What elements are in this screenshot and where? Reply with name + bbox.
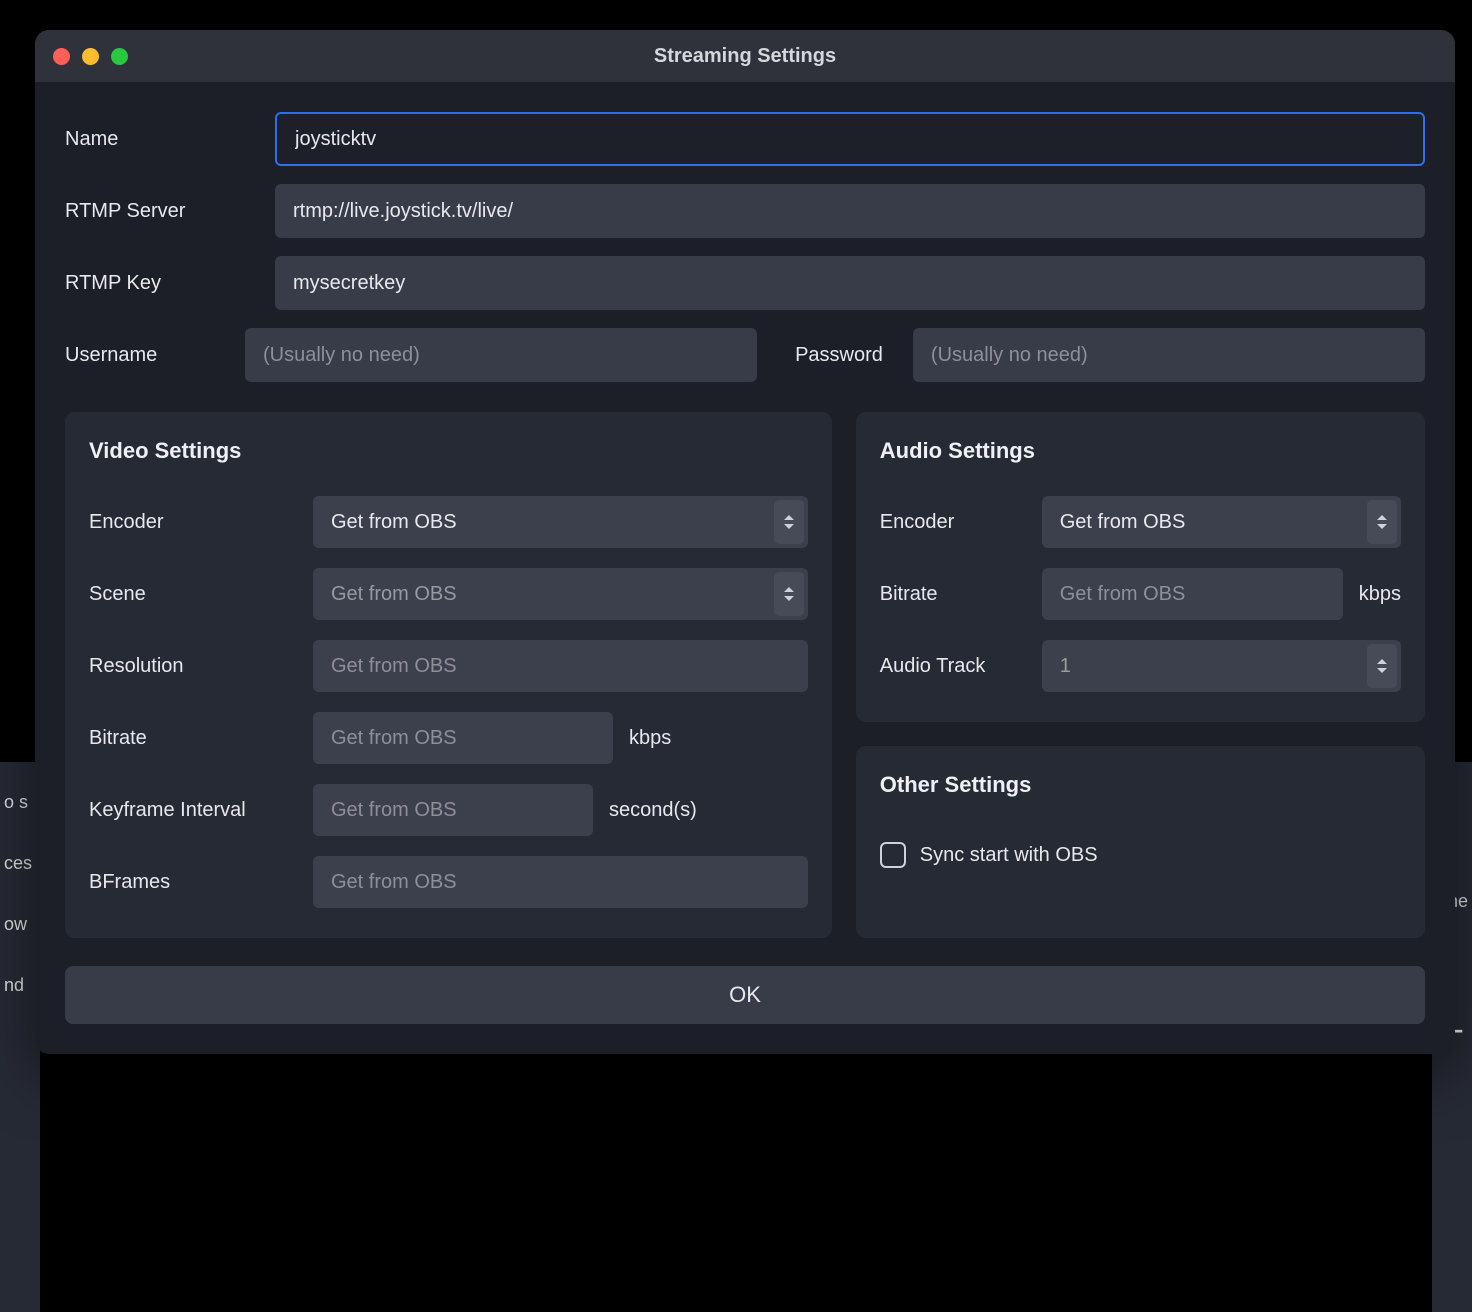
- sync-checkbox[interactable]: [880, 842, 906, 868]
- audio-track-row: Audio Track 1: [880, 640, 1401, 692]
- audio-track-value: 1: [1060, 655, 1071, 678]
- video-encoder-select[interactable]: Get from OBS: [313, 496, 808, 548]
- video-bframes-input[interactable]: [313, 856, 808, 908]
- audio-encoder-label: Encoder: [880, 511, 1030, 534]
- name-input[interactable]: [275, 112, 1425, 166]
- audio-encoder-select[interactable]: Get from OBS: [1042, 496, 1401, 548]
- video-bitrate-unit: kbps: [629, 727, 671, 750]
- video-encoder-row: Encoder Get from OBS: [89, 496, 808, 548]
- window-title: Streaming Settings: [35, 45, 1455, 68]
- video-bitrate-label: Bitrate: [89, 727, 301, 750]
- video-scene-row: Scene Get from OBS: [89, 568, 808, 620]
- video-keyframe-row: Keyframe Interval second(s): [89, 784, 808, 836]
- audio-track-label: Audio Track: [880, 655, 1030, 678]
- video-settings-panel: Video Settings Encoder Get from OBS Scen…: [65, 412, 832, 938]
- rtmp-key-input[interactable]: [275, 256, 1425, 310]
- video-scene-value: Get from OBS: [331, 583, 457, 606]
- audio-bitrate-unit: kbps: [1359, 583, 1401, 606]
- video-resolution-row: Resolution: [89, 640, 808, 692]
- stepper-icon[interactable]: [774, 500, 804, 544]
- video-keyframe-label: Keyframe Interval: [89, 799, 301, 822]
- sync-checkbox-label: Sync start with OBS: [920, 844, 1098, 867]
- stepper-icon[interactable]: [1367, 500, 1397, 544]
- name-row: Name: [65, 112, 1425, 166]
- bg-text: o s: [0, 772, 40, 833]
- rtmp-server-row: RTMP Server: [65, 184, 1425, 238]
- name-label: Name: [65, 128, 255, 151]
- credentials-row: Username Password: [65, 328, 1425, 382]
- audio-settings-panel: Audio Settings Encoder Get from OBS Bitr…: [856, 412, 1425, 722]
- video-settings-title: Video Settings: [89, 438, 808, 464]
- settings-panels: Video Settings Encoder Get from OBS Scen…: [65, 412, 1425, 938]
- other-settings-title: Other Settings: [880, 772, 1401, 798]
- video-keyframe-input[interactable]: [313, 784, 593, 836]
- audio-bitrate-label: Bitrate: [880, 583, 1030, 606]
- audio-bitrate-input[interactable]: [1042, 568, 1343, 620]
- streaming-settings-modal: Streaming Settings Name RTMP Server RTMP…: [35, 30, 1455, 1054]
- video-resolution-label: Resolution: [89, 655, 301, 678]
- video-bframes-label: BFrames: [89, 871, 301, 894]
- rtmp-server-label: RTMP Server: [65, 200, 255, 223]
- audio-track-select[interactable]: 1: [1042, 640, 1401, 692]
- username-label: Username: [65, 344, 225, 367]
- titlebar: Streaming Settings: [35, 30, 1455, 82]
- stepper-icon[interactable]: [1367, 644, 1397, 688]
- password-label: Password: [777, 344, 893, 367]
- ok-button[interactable]: OK: [65, 966, 1425, 1024]
- video-bframes-row: BFrames: [89, 856, 808, 908]
- rtmp-server-input[interactable]: [275, 184, 1425, 238]
- video-scene-label: Scene: [89, 583, 301, 606]
- audio-encoder-value: Get from OBS: [1060, 511, 1186, 534]
- video-resolution-input[interactable]: [313, 640, 808, 692]
- background-sidebar: o s ces ow nd: [0, 762, 40, 1312]
- video-encoder-label: Encoder: [89, 511, 301, 534]
- username-input[interactable]: [245, 328, 757, 382]
- bg-text: ces: [0, 833, 40, 894]
- video-keyframe-unit: second(s): [609, 799, 697, 822]
- rtmp-key-label: RTMP Key: [65, 272, 255, 295]
- video-bitrate-row: Bitrate kbps: [89, 712, 808, 764]
- rtmp-key-row: RTMP Key: [65, 256, 1425, 310]
- other-settings-panel: Other Settings Sync start with OBS: [856, 746, 1425, 938]
- bg-text: ow: [0, 894, 40, 955]
- right-column: Audio Settings Encoder Get from OBS Bitr…: [856, 412, 1425, 938]
- modal-content: Name RTMP Server RTMP Key Username Passw…: [35, 82, 1455, 1054]
- stepper-icon[interactable]: [774, 572, 804, 616]
- password-input[interactable]: [913, 328, 1425, 382]
- sync-checkbox-row[interactable]: Sync start with OBS: [880, 842, 1401, 868]
- video-bitrate-input[interactable]: [313, 712, 613, 764]
- audio-bitrate-row: Bitrate kbps: [880, 568, 1401, 620]
- audio-encoder-row: Encoder Get from OBS: [880, 496, 1401, 548]
- bg-text: nd: [0, 955, 40, 1016]
- video-scene-select[interactable]: Get from OBS: [313, 568, 808, 620]
- audio-settings-title: Audio Settings: [880, 438, 1401, 464]
- video-encoder-value: Get from OBS: [331, 511, 457, 534]
